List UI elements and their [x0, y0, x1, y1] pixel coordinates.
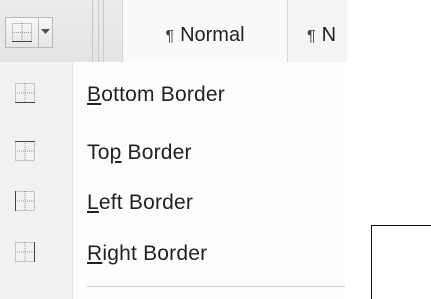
borders-split-button[interactable]	[5, 17, 53, 48]
left-border-icon	[14, 190, 36, 217]
document-page[interactable]	[371, 225, 431, 299]
borders-button-main[interactable]	[6, 18, 39, 47]
menu-divider	[87, 286, 345, 287]
right-border-icon	[14, 241, 36, 268]
menu-item-top-border[interactable]: Top Border	[0, 129, 345, 177]
menu-item-label: Bottom Border	[87, 83, 226, 106]
pilcrow-icon: ¶	[165, 28, 175, 45]
menu-item-label: Top Border	[87, 141, 192, 164]
menu-item-bottom-border[interactable]: Bottom Border	[0, 71, 345, 119]
toolbar-separator	[103, 0, 104, 62]
borders-dropdown-arrow[interactable]	[39, 18, 52, 47]
toolbar-separator	[98, 0, 99, 62]
bottom-border-icon	[14, 82, 36, 109]
menu-item-right-border[interactable]: Right Border	[0, 230, 345, 278]
menu-item-label: Left Border	[87, 191, 194, 214]
style-normal-label: Normal	[180, 24, 245, 46]
pilcrow-icon: ¶	[307, 28, 316, 45]
style-next[interactable]: ¶ N	[307, 0, 347, 62]
word-borders-dropdown-screen: ¶ Normal ¶ N Bottom Border Top Border Le…	[0, 0, 431, 299]
styles-gallery: ¶ Normal ¶ N	[122, 0, 347, 62]
ribbon-toolbar: ¶ Normal ¶ N	[0, 0, 347, 62]
style-normal[interactable]: ¶ Normal	[123, 0, 288, 62]
toolbar-separator	[92, 0, 93, 62]
borders-dropdown-menu: Bottom Border Top Border Left Border Rig…	[0, 62, 345, 299]
menu-item-left-border[interactable]: Left Border	[0, 179, 345, 227]
menu-item-label: Right Border	[87, 242, 208, 265]
style-next-label: N	[321, 24, 337, 46]
top-border-icon	[14, 140, 36, 167]
